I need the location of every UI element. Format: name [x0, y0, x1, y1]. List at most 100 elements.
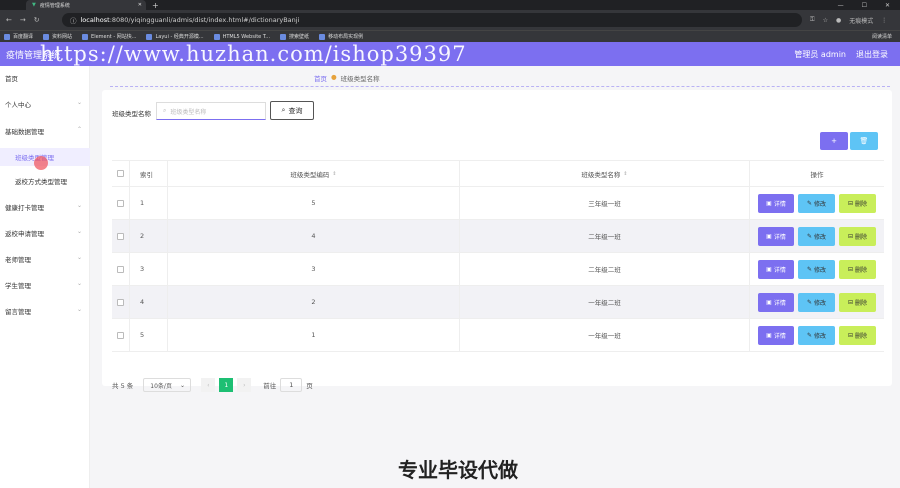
delete-button[interactable]: ⊟ 删除: [839, 193, 876, 213]
row-checkbox[interactable]: [117, 199, 124, 207]
edit-button[interactable]: ✎ 修改: [798, 325, 835, 345]
profile-avatar-icon[interactable]: ●: [836, 17, 841, 24]
search-button[interactable]: ⌕ 查询: [270, 101, 314, 120]
close-tab-icon[interactable]: ✕: [138, 2, 146, 8]
delete-button[interactable]: ⊟ 删除: [839, 325, 876, 345]
sidebar-item-label: 返校申请管理: [5, 230, 44, 238]
next-page-button[interactable]: ›: [237, 378, 252, 392]
select-all-checkbox[interactable]: [117, 170, 124, 177]
reload-icon[interactable]: ↻: [34, 16, 40, 24]
detail-button[interactable]: ▣ 详情: [758, 259, 794, 279]
row-checkbox[interactable]: [117, 331, 124, 339]
page-suffix: 页: [306, 382, 313, 390]
detail-icon: ▣: [766, 331, 772, 339]
edit-button[interactable]: ✎ 修改: [798, 226, 835, 246]
row-checkbox[interactable]: [117, 232, 124, 240]
bookmark-item[interactable]: 资料网站: [43, 33, 72, 40]
edit-icon: ✎: [806, 232, 812, 240]
menu-dots-icon[interactable]: ⋮: [881, 17, 887, 24]
delete-label: 删除: [855, 233, 868, 241]
cell-name: 一年级一班: [460, 319, 750, 351]
close-window-icon[interactable]: ✕: [885, 2, 890, 9]
cell-name: 二年级一班: [460, 220, 750, 252]
sidebar-item-home[interactable]: 首页: [5, 73, 18, 83]
edit-label: 修改: [814, 233, 827, 241]
edit-button[interactable]: ✎ 修改: [798, 292, 835, 312]
table-body: 1 5 三年级一班 ▣ 详情 ✎ 修改 ⊟ 删除 2 4 二年级一班 ▣ 详情 ✎ 修改 ⊟ 删除 3 3 二年级二班 ▣…: [112, 187, 884, 352]
browser-tab[interactable]: ▼ 疫情管理系统 ✕: [26, 0, 146, 10]
edit-icon: ✎: [806, 265, 812, 273]
maximize-icon[interactable]: ☐: [862, 2, 867, 9]
header-actions-label: 操作: [810, 170, 824, 179]
page-size-select[interactable]: 10条/页 ⌄: [143, 378, 192, 392]
reading-list[interactable]: 阅读清单: [872, 33, 900, 40]
delete-button[interactable]: ⊟ 删除: [839, 259, 876, 279]
bookmark-item[interactable]: Element - 网站快...: [82, 33, 136, 40]
sidebar-item-label: 学生管理: [5, 282, 31, 290]
cell-index: 5: [130, 319, 168, 351]
edit-button[interactable]: ✎ 修改: [798, 193, 835, 213]
cell-index: 4: [130, 286, 168, 318]
bookmark-icon: [4, 33, 10, 40]
delete-button[interactable]: ⊟ 删除: [839, 226, 876, 246]
sidebar-item-profile[interactable]: 个人中心 ⌄: [5, 99, 82, 109]
row-checkbox-cell: [112, 187, 130, 219]
pagination-total: 共 5 条: [112, 382, 134, 390]
header-actions: 操作: [750, 161, 884, 186]
breadcrumb-current: 班级类型名称: [340, 75, 380, 83]
bookmark-item[interactable]: 移动布局实现例: [319, 33, 363, 40]
detail-button[interactable]: ▣ 详情: [758, 325, 794, 345]
detail-button[interactable]: ▣ 详情: [758, 193, 794, 213]
bookmark-item[interactable]: Layui - 经典开源模...: [146, 33, 204, 40]
bookmark-item[interactable]: 搜索壁纸: [280, 33, 309, 40]
back-icon[interactable]: ←: [6, 16, 12, 24]
search-label: 班级类型名称: [112, 110, 151, 118]
watermark-text: https://www.huzhan.com/ishop39397: [40, 42, 467, 66]
sidebar-item-basic-data[interactable]: 基础数据管理 ⌃: [5, 126, 82, 136]
row-checkbox[interactable]: [117, 265, 124, 273]
logout-link[interactable]: 退出登录: [856, 49, 888, 60]
header-code[interactable]: 班级类型编码 ⇕: [168, 161, 460, 186]
bookmark-icon: [146, 33, 153, 40]
detail-label: 详情: [773, 200, 786, 208]
page-number-1[interactable]: 1: [219, 378, 234, 392]
key-icon[interactable]: ⚿: [810, 16, 815, 24]
forward-icon[interactable]: →: [20, 16, 26, 24]
search-input[interactable]: ⌕ 班级类型名称: [156, 102, 266, 120]
sidebar-item-student[interactable]: 学生管理 ⌄: [5, 280, 82, 290]
row-checkbox-cell: [112, 220, 130, 252]
minimize-icon[interactable]: —: [838, 2, 844, 9]
profile-label[interactable]: 无痕模式: [849, 16, 873, 25]
header-name[interactable]: 班级类型名称 ⇕: [460, 161, 750, 186]
cell-actions: ▣ 详情 ✎ 修改 ⊟ 删除: [750, 187, 884, 219]
goto-page-input[interactable]: 1: [280, 378, 303, 392]
bookmark-icon: [43, 33, 50, 40]
sidebar-item-teacher[interactable]: 老师管理 ⌄: [5, 254, 82, 264]
info-icon: ⓘ: [70, 17, 77, 25]
goto-label: 前往: [263, 382, 277, 390]
prev-page-button[interactable]: ‹: [201, 378, 216, 392]
add-button[interactable]: +: [820, 132, 848, 150]
bookmark-item[interactable]: HTML5 Website T...: [213, 33, 270, 40]
cell-name: 一年级二班: [460, 286, 750, 318]
detail-icon: ▣: [766, 265, 772, 273]
url-field[interactable]: ⓘ localhost:8080/yiqingguanli/admis/dist…: [62, 13, 802, 27]
detail-icon: ▣: [766, 232, 772, 240]
sidebar-item-message[interactable]: 留言管理 ⌄: [5, 306, 82, 316]
vue-icon: ▼: [32, 2, 36, 8]
sidebar-item-health[interactable]: 健康打卡管理 ⌄: [5, 202, 82, 212]
batch-delete-button[interactable]: 🗑: [850, 132, 878, 150]
sidebar-subitem-return-type[interactable]: 返校方式类型管理: [15, 176, 67, 186]
detail-button[interactable]: ▣ 详情: [758, 226, 794, 246]
sort-icon[interactable]: ⇕: [332, 171, 336, 177]
detail-button[interactable]: ▣ 详情: [758, 292, 794, 312]
sort-icon[interactable]: ⇕: [623, 171, 627, 177]
delete-button[interactable]: ⊟ 删除: [839, 292, 876, 312]
sidebar-item-return-apply[interactable]: 返校申请管理 ⌄: [5, 228, 82, 238]
star-icon[interactable]: ☆: [823, 17, 828, 24]
edit-button[interactable]: ✎ 修改: [798, 259, 835, 279]
bookmark-item[interactable]: 百度翻译: [4, 33, 33, 40]
row-checkbox[interactable]: [117, 298, 124, 306]
new-tab-icon[interactable]: +: [152, 1, 159, 10]
breadcrumb-home[interactable]: 首页: [314, 73, 327, 83]
